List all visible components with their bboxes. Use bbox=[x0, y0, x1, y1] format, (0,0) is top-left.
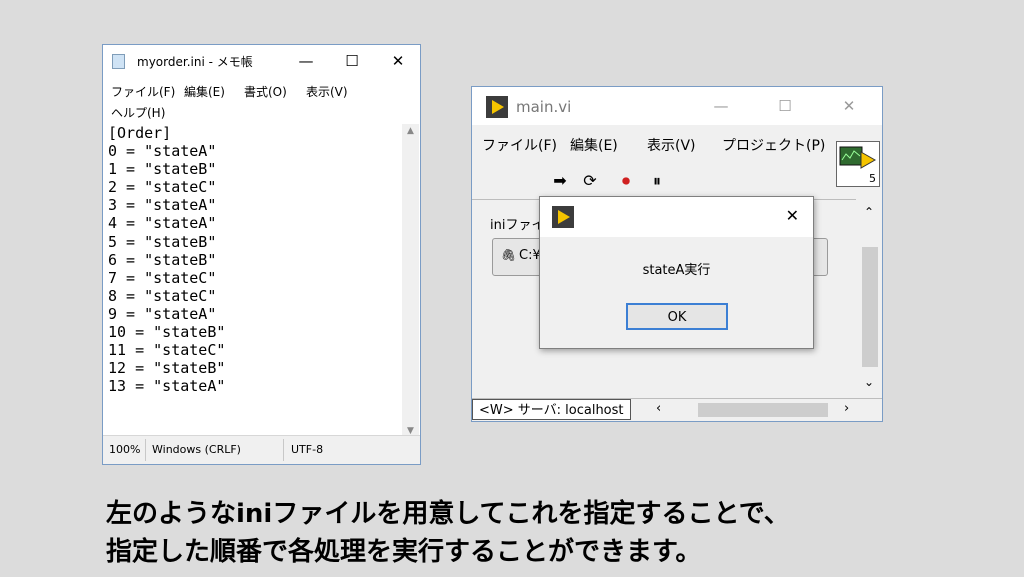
vi-connector-icon[interactable]: 5 bbox=[836, 141, 880, 187]
dialog-message: stateA実行 bbox=[642, 263, 711, 278]
menu-file[interactable]: ファイル(F) bbox=[111, 83, 175, 100]
run-continuously-icon[interactable]: ⟳ bbox=[580, 171, 600, 191]
status-encoding: UTF-8 bbox=[291, 443, 324, 456]
text-line: [Order] bbox=[108, 124, 172, 142]
run-arrow-icon[interactable]: ➡ bbox=[550, 171, 570, 191]
menu-project[interactable]: プロジェクト(P) bbox=[722, 135, 825, 155]
close-button[interactable]: ✕ bbox=[375, 45, 421, 77]
menu-edit[interactable]: 編集(E) bbox=[184, 83, 225, 100]
scroll-up-icon[interactable]: ⌃ bbox=[864, 205, 874, 219]
notepad-menubar: ファイル(F) 編集(E) 書式(O) 表示(V) ヘルプ(H) bbox=[103, 79, 420, 123]
menu-help[interactable]: ヘルプ(H) bbox=[111, 104, 165, 121]
text-line: 4 = "stateA" bbox=[108, 214, 217, 233]
notepad-window: myorder.ini - メモ帳 — ☐ ✕ ファイル(F) 編集(E) 書式… bbox=[102, 44, 421, 465]
scroll-thumb[interactable] bbox=[698, 403, 828, 417]
browse-icon[interactable]: 🖇 bbox=[501, 248, 516, 262]
vi-icon-number: 5 bbox=[869, 172, 876, 185]
caption-line: 指定した順番で各処理を実行することができます。 bbox=[106, 537, 702, 567]
abort-execution-icon[interactable]: ⏺ bbox=[616, 171, 636, 191]
message-dialog: ✕ stateA実行 OK bbox=[539, 196, 814, 349]
labview-icon bbox=[486, 96, 508, 118]
text-line: 11 = "stateC" bbox=[108, 341, 226, 360]
status-zoom: 100% bbox=[109, 443, 141, 456]
mainvi-titlebar[interactable]: main.vi — ☐ ✕ bbox=[472, 87, 882, 125]
minimize-button[interactable]: — bbox=[698, 87, 744, 125]
dialog-titlebar[interactable]: ✕ bbox=[540, 197, 813, 237]
status-divider bbox=[283, 439, 284, 461]
text-line: 13 = "stateA" bbox=[108, 377, 226, 396]
mainvi-menubar: ファイル(F) 編集(E) 表示(V) プロジェクト(P) bbox=[472, 125, 834, 161]
text-line: 2 = "stateC" bbox=[108, 178, 217, 197]
close-button[interactable]: ✕ bbox=[826, 87, 872, 125]
path-control-label: iniファイ bbox=[490, 218, 545, 233]
text-line: 8 = "stateC" bbox=[108, 286, 217, 305]
path-value: C:¥ bbox=[519, 248, 541, 263]
status-divider bbox=[145, 439, 146, 461]
minimize-button[interactable]: — bbox=[283, 45, 329, 77]
scroll-right-icon[interactable]: › bbox=[844, 401, 849, 416]
ok-button[interactable]: OK bbox=[626, 303, 728, 330]
text-line: 3 = "stateA" bbox=[108, 196, 217, 215]
status-bar: 100% Windows (CRLF) UTF-8 bbox=[103, 435, 420, 464]
caption: 左のようなiniファイルを用意してこれを指定することで、 指定した順番で各処理を… bbox=[106, 495, 790, 571]
notepad-title: myorder.ini - メモ帳 bbox=[137, 55, 253, 69]
text-line: 5 = "stateB" bbox=[108, 232, 217, 251]
menu-edit[interactable]: 編集(E) bbox=[570, 135, 618, 155]
horizontal-bar: <W> サーバ: localhost ‹ › bbox=[472, 398, 882, 421]
notepad-titlebar[interactable]: myorder.ini - メモ帳 — ☐ ✕ bbox=[103, 45, 420, 77]
scroll-thumb[interactable] bbox=[862, 247, 878, 367]
menu-file[interactable]: ファイル(F) bbox=[482, 135, 557, 155]
vertical-scrollbar[interactable]: ▲ ▼ bbox=[402, 124, 419, 438]
notepad-icon bbox=[112, 54, 125, 69]
scroll-left-icon[interactable]: ‹ bbox=[656, 401, 661, 416]
mainvi-title: main.vi bbox=[516, 98, 572, 116]
text-line: 10 = "stateB" bbox=[108, 323, 226, 342]
vi-toolbar: ➡ ⟳ ⏺ ⏸ bbox=[472, 163, 834, 197]
scroll-up-icon[interactable]: ▲ bbox=[402, 126, 419, 136]
caption-line: 左のようなiniファイルを用意してこれを指定することで、 bbox=[106, 499, 790, 529]
server-label: <W> サーバ: localhost bbox=[472, 399, 631, 420]
scroll-down-icon[interactable]: ⌄ bbox=[864, 375, 874, 389]
dialog-close-button[interactable]: ✕ bbox=[786, 206, 799, 225]
text-line: 7 = "stateC" bbox=[108, 268, 217, 287]
menu-format[interactable]: 書式(O) bbox=[244, 83, 287, 100]
labview-icon bbox=[552, 206, 574, 228]
maximize-button[interactable]: ☐ bbox=[762, 87, 808, 125]
text-line: 1 = "stateB" bbox=[108, 160, 217, 179]
text-line: 0 = "stateA" bbox=[108, 142, 217, 161]
menu-view[interactable]: 表示(V) bbox=[647, 135, 696, 155]
status-line-ending: Windows (CRLF) bbox=[152, 443, 241, 456]
text-line: 12 = "stateB" bbox=[108, 359, 226, 378]
text-line: 9 = "stateA" bbox=[108, 304, 217, 323]
pause-icon[interactable]: ⏸ bbox=[647, 171, 667, 191]
text-line: 6 = "stateB" bbox=[108, 250, 217, 269]
maximize-button[interactable]: ☐ bbox=[329, 45, 375, 77]
vertical-scrollbar[interactable]: ⌃ ⌄ bbox=[859, 199, 881, 397]
menu-view[interactable]: 表示(V) bbox=[306, 83, 348, 100]
text-editor[interactable]: [Order] 0 = "stateA" 1 = "stateB" 2 = "s… bbox=[105, 124, 404, 438]
